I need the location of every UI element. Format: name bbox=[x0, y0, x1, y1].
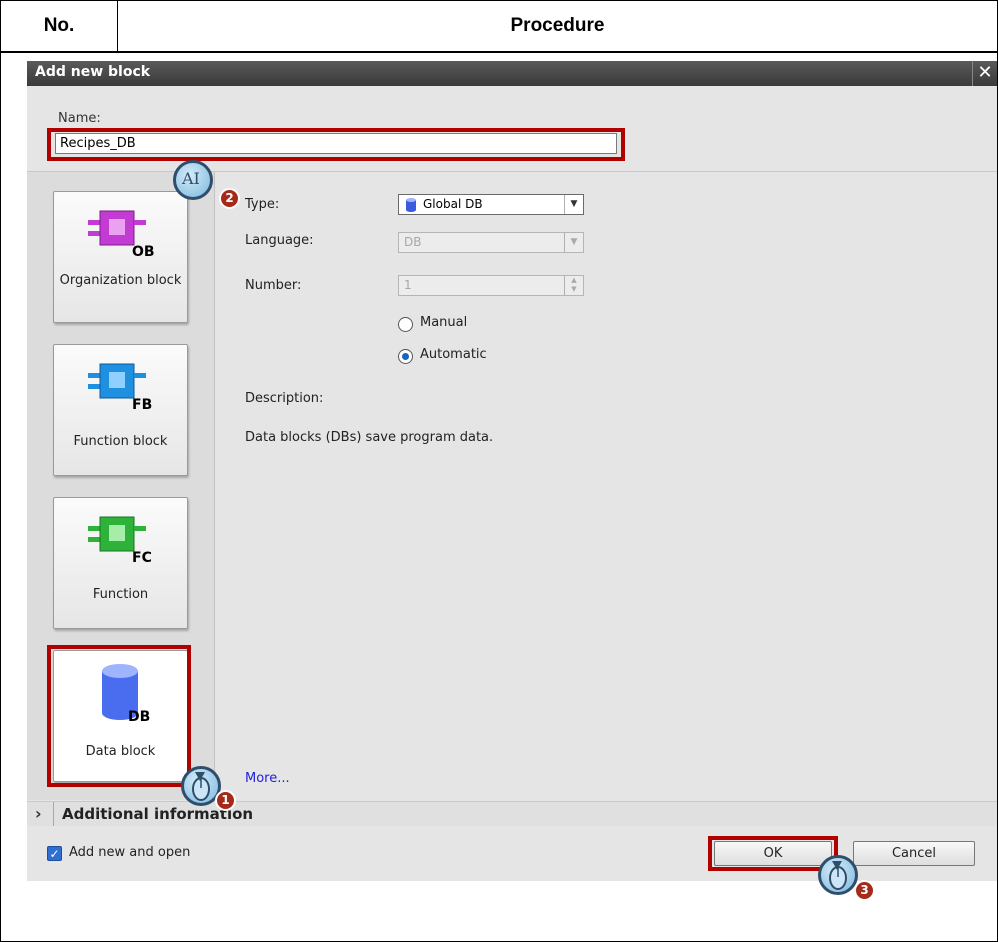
dialog-titlebar: Add new block ✕ bbox=[27, 61, 997, 86]
type-dropdown[interactable]: Global DB ▼ bbox=[398, 194, 584, 215]
type-label: Type: bbox=[245, 197, 280, 212]
step-1-badge: 1 bbox=[215, 790, 236, 811]
svg-text:OB: OB bbox=[132, 244, 155, 260]
radio-manual-label: Manual bbox=[420, 315, 468, 330]
additional-information-expander[interactable]: › Additional information bbox=[27, 801, 997, 827]
organization-block-button[interactable]: OB Organization block bbox=[53, 191, 188, 323]
language-label: Language: bbox=[245, 233, 314, 248]
more-link[interactable]: More... bbox=[245, 771, 290, 786]
name-label: Name: bbox=[58, 111, 101, 126]
function-block-label: Function block bbox=[73, 434, 168, 449]
add-new-and-open-label: Add new and open bbox=[69, 845, 191, 860]
fc-block-icon: FC bbox=[88, 516, 152, 566]
function-block-button[interactable]: FB Function block bbox=[53, 344, 188, 476]
language-dropdown[interactable]: DB ▼ bbox=[398, 232, 584, 253]
radio-automatic-label: Automatic bbox=[420, 347, 487, 362]
ok-button[interactable]: OK bbox=[714, 841, 832, 866]
function-button[interactable]: FC Function bbox=[53, 497, 188, 629]
language-value: DB bbox=[404, 235, 422, 249]
mouse-icon bbox=[192, 772, 210, 801]
chevron-down-icon: ▼ bbox=[564, 195, 583, 214]
type-value: Global DB bbox=[423, 197, 483, 211]
data-block-highlight-frame bbox=[47, 645, 191, 787]
cancel-button[interactable]: Cancel bbox=[853, 841, 975, 866]
text-cursor-marker: AI bbox=[173, 160, 213, 200]
radio-manual[interactable] bbox=[398, 317, 413, 332]
chevron-right-icon: › bbox=[35, 804, 42, 823]
fb-block-icon: FB bbox=[88, 363, 152, 413]
step-2-badge: 2 bbox=[219, 188, 240, 209]
svg-text:FB: FB bbox=[132, 397, 152, 413]
col-no-header: No. bbox=[43, 15, 75, 36]
step-3-badge: 3 bbox=[854, 880, 875, 901]
col-procedure-header: Procedure bbox=[510, 15, 605, 36]
database-icon bbox=[406, 198, 416, 212]
ob-block-icon: OB bbox=[88, 210, 155, 260]
name-input[interactable] bbox=[55, 133, 617, 154]
chevron-down-icon: ▼ bbox=[564, 233, 583, 252]
text-cursor-icon: AI bbox=[182, 169, 200, 188]
description-label: Description: bbox=[245, 391, 324, 406]
divider bbox=[53, 802, 54, 827]
svg-text:FC: FC bbox=[132, 550, 152, 566]
stepper-arrows-icon: ▲ ▼ bbox=[564, 276, 583, 295]
table-header: No. Procedure bbox=[1, 1, 997, 53]
organization-block-label: Organization block bbox=[59, 273, 182, 288]
radio-automatic[interactable] bbox=[398, 349, 413, 364]
dialog-title: Add new block bbox=[35, 64, 151, 80]
close-icon[interactable]: ✕ bbox=[972, 61, 997, 86]
number-value: 1 bbox=[404, 278, 412, 292]
function-label: Function bbox=[92, 587, 149, 602]
add-new-and-open-checkbox[interactable]: ✓ bbox=[47, 846, 62, 861]
mouse-icon bbox=[829, 861, 847, 890]
description-text: Data blocks (DBs) save program data. bbox=[245, 430, 494, 445]
mouse-cursor-marker bbox=[818, 855, 858, 895]
number-stepper[interactable]: 1 ▲ ▼ bbox=[398, 275, 584, 296]
number-label: Number: bbox=[245, 278, 302, 293]
